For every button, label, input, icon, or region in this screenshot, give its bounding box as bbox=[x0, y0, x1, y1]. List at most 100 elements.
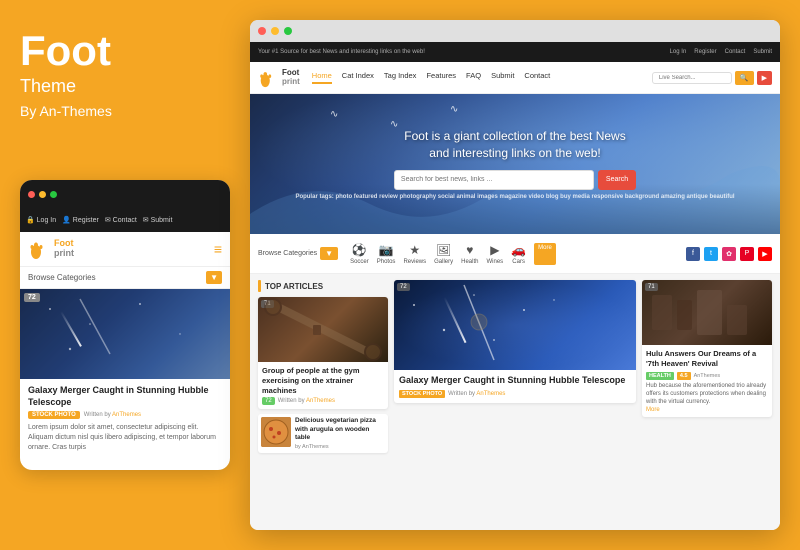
foot-logo-text: Foot print bbox=[54, 239, 74, 259]
site-tagline: Your #1 Source for best News and interes… bbox=[258, 49, 425, 55]
site-logo: Foot print bbox=[258, 68, 300, 88]
galaxy-stars-svg bbox=[394, 280, 636, 370]
pizza-article-content: Delicious vegetarian pizza with arugula … bbox=[295, 417, 385, 449]
middle-column: 72 Galaxy Merger Caught in Stunning Hubb… bbox=[394, 280, 636, 524]
cat-cars-label: Cars bbox=[512, 259, 525, 265]
youtube-icon[interactable]: ▶ bbox=[758, 247, 772, 261]
nav-features[interactable]: Features bbox=[426, 71, 456, 84]
cat-cars[interactable]: 🚗 Cars bbox=[511, 243, 526, 265]
site-rss-button[interactable]: ▶ bbox=[757, 71, 772, 85]
wines-icon: ▶ bbox=[490, 243, 499, 257]
hero-title-line1: Foot is a giant collection of the best N… bbox=[404, 128, 625, 145]
hero-tags: Popular tags: photo featured review phot… bbox=[295, 194, 734, 200]
mobile-article-title: Galaxy Merger Caught in Stunning Hubble … bbox=[28, 385, 222, 408]
hulu-tags-row: HEALTH 4.5 AnThemes bbox=[646, 372, 768, 380]
hulu-article-card: 71 Hulu Answers Our Dreams of a '7th Hea… bbox=[642, 280, 772, 417]
nav-submit[interactable]: Submit bbox=[491, 71, 514, 84]
mobile-titlebar bbox=[20, 180, 230, 208]
section-header: TOP ARTICLES bbox=[258, 280, 388, 292]
nav-contact[interactable]: Contact bbox=[524, 71, 550, 84]
category-bar: Browse Categories ▼ ⚽ Soccer 📷 Photos ★ … bbox=[250, 234, 780, 274]
mobile-author-link[interactable]: AnThemes bbox=[112, 412, 141, 418]
main-content: TOP ARTICLES 71 Group of people at the g… bbox=[250, 274, 780, 530]
submit-link[interactable]: Submit bbox=[753, 49, 772, 55]
gym-article-title: Group of people at the gym exercising on… bbox=[262, 366, 384, 395]
mobile-register[interactable]: 👤 Register bbox=[62, 216, 99, 224]
hero-search-row: Search bbox=[394, 170, 636, 190]
brand-subtitle: Theme bbox=[20, 76, 220, 97]
gym-author-link[interactable]: AnThemes bbox=[306, 398, 335, 404]
more-categories[interactable]: More bbox=[534, 243, 556, 265]
cat-reviews[interactable]: ★ Reviews bbox=[403, 243, 426, 265]
desktop-green-dot bbox=[284, 27, 292, 35]
galaxy-author-link[interactable]: AnThemes bbox=[476, 391, 505, 397]
site-logo-icon bbox=[258, 68, 278, 88]
health-tag: HEALTH bbox=[646, 372, 674, 380]
mobile-tag-row: STOCK PHOTO Written by AnThemes bbox=[28, 411, 222, 419]
nav-faq[interactable]: FAQ bbox=[466, 71, 481, 84]
category-items: ⚽ Soccer 📷 Photos ★ Reviews 🖼 Gallery ♥ … bbox=[350, 243, 682, 265]
mobile-article-image: 72 bbox=[20, 289, 230, 379]
hulu-more-link[interactable]: More bbox=[646, 407, 768, 413]
cat-photos-label: Photos bbox=[377, 259, 396, 265]
list-item: Delicious vegetarian pizza with arugula … bbox=[258, 414, 388, 452]
site-topbar: Your #1 Source for best News and interes… bbox=[250, 42, 780, 62]
facebook-icon[interactable]: f bbox=[686, 247, 700, 261]
pizza-thumb bbox=[261, 417, 291, 447]
gym-article-score: 72 bbox=[262, 397, 275, 405]
cars-icon: 🚗 bbox=[511, 243, 526, 257]
cat-soccer[interactable]: ⚽ Soccer bbox=[350, 243, 369, 265]
cat-gallery-label: Gallery bbox=[434, 259, 453, 265]
soccer-icon: ⚽ bbox=[352, 243, 367, 257]
pizza-article-title: Delicious vegetarian pizza with arugula … bbox=[295, 417, 385, 442]
site-search-button[interactable]: 🔍 bbox=[735, 71, 754, 85]
mobile-logo-row: Foot print ≡ bbox=[20, 232, 230, 267]
gallery-icon: 🖼 bbox=[436, 243, 451, 257]
nav-tag-index[interactable]: Tag Index bbox=[384, 71, 417, 84]
register-link[interactable]: Register bbox=[694, 49, 716, 55]
mobile-topbar: 🔒 Log In 👤 Register ✉ Contact ✉ Submit bbox=[20, 208, 230, 232]
hero-section: ∿ ∿ ∿ Foot is a giant collection of the … bbox=[250, 94, 780, 234]
browse-categories: Browse Categories ▼ bbox=[258, 247, 338, 260]
cat-health-label: Health bbox=[461, 259, 478, 265]
browse-categories-button[interactable]: ▼ bbox=[320, 247, 338, 260]
galaxy-written-by: Written by AnThemes bbox=[448, 391, 505, 397]
hulu-article-content: Hulu Answers Our Dreams of a '7th Heaven… bbox=[642, 345, 772, 417]
mobile-login[interactable]: 🔒 Log In bbox=[26, 216, 56, 224]
hamburger-icon[interactable]: ≡ bbox=[214, 241, 222, 257]
cat-wines[interactable]: ▶ Wines bbox=[486, 243, 503, 265]
site-search-input[interactable] bbox=[652, 72, 732, 84]
pinterest-icon[interactable]: P bbox=[740, 247, 754, 261]
seagull-3: ∿ bbox=[450, 104, 458, 115]
cat-health[interactable]: ♥ Health bbox=[461, 243, 478, 265]
section-title: TOP ARTICLES bbox=[265, 282, 323, 291]
top-articles-column: TOP ARTICLES 71 Group of people at the g… bbox=[258, 280, 388, 524]
mobile-submit[interactable]: ✉ Submit bbox=[143, 216, 173, 224]
main-top-article: 71 Group of people at the gym exercising… bbox=[258, 297, 388, 409]
instagram-icon[interactable]: ✿ bbox=[722, 247, 736, 261]
nav-home[interactable]: Home bbox=[312, 71, 332, 84]
galaxy-article-content: Galaxy Merger Caught in Stunning Hubble … bbox=[394, 370, 636, 403]
login-link[interactable]: Log In bbox=[670, 49, 687, 55]
cat-photos[interactable]: 📷 Photos bbox=[377, 243, 396, 265]
hero-search-input[interactable] bbox=[394, 170, 594, 190]
contact-link[interactable]: Contact bbox=[725, 49, 746, 55]
cat-gallery[interactable]: 🖼 Gallery bbox=[434, 243, 453, 265]
seagull-1: ∿ bbox=[330, 109, 338, 120]
mobile-tag-stock: STOCK PHOTO bbox=[28, 411, 80, 419]
desktop-yellow-dot bbox=[271, 27, 279, 35]
gym-written-by: Written by AnThemes bbox=[278, 398, 335, 404]
hero-search-button[interactable]: Search bbox=[598, 170, 636, 190]
twitter-icon[interactable]: t bbox=[704, 247, 718, 261]
nav-cat-index[interactable]: Cat Index bbox=[342, 71, 374, 84]
mobile-excerpt: Lorem ipsum dolor sit amet, consectetur … bbox=[28, 423, 222, 452]
hulu-img-svg bbox=[642, 280, 772, 345]
mobile-contact[interactable]: ✉ Contact bbox=[105, 216, 137, 224]
hulu-article-image: 71 bbox=[642, 280, 772, 345]
mobile-browse-button[interactable]: ▼ bbox=[206, 271, 222, 284]
site-nav-items: Home Cat Index Tag Index Features FAQ Su… bbox=[312, 71, 652, 84]
galaxy-article-image: 72 bbox=[394, 280, 636, 370]
galaxy-article-meta: STOCK PHOTO Written by AnThemes bbox=[399, 390, 631, 398]
red-dot bbox=[28, 191, 35, 198]
right-column: 71 Hulu Answers Our Dreams of a '7th Hea… bbox=[642, 280, 772, 524]
